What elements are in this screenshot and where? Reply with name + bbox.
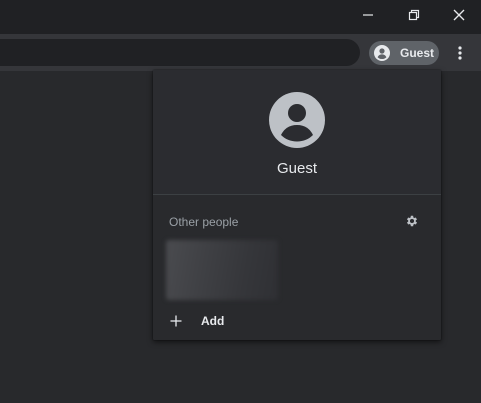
- other-people-heading: Other people: [169, 215, 239, 229]
- current-profile-header: Guest: [153, 70, 441, 194]
- profile-menu-popup: Guest Other people Add: [153, 70, 441, 340]
- title-bar: [0, 0, 481, 34]
- close-icon: [453, 9, 465, 21]
- vertical-dots-icon: [458, 46, 462, 60]
- add-person-label: Add: [201, 314, 225, 328]
- minimize-icon: [363, 14, 373, 16]
- browser-window: Guest Guest Other people Add: [0, 0, 481, 403]
- close-button[interactable]: [436, 0, 481, 30]
- plus-icon: [169, 314, 183, 328]
- profile-button[interactable]: Guest: [369, 41, 439, 65]
- person-icon: [374, 45, 390, 61]
- other-profile-tile[interactable]: [166, 240, 278, 300]
- restore-button[interactable]: [391, 0, 437, 30]
- gear-icon: [406, 215, 418, 227]
- add-person-button[interactable]: Add: [169, 310, 224, 332]
- address-bar[interactable]: [0, 39, 360, 66]
- manage-people-button[interactable]: [403, 212, 421, 230]
- browser-menu-button[interactable]: [450, 40, 470, 66]
- divider: [153, 194, 441, 195]
- current-profile-name: Guest: [276, 160, 318, 177]
- browser-toolbar: Guest: [0, 34, 481, 71]
- person-icon: [269, 92, 325, 148]
- profile-button-label: Guest: [400, 46, 435, 60]
- minimize-button[interactable]: [345, 0, 391, 30]
- restore-icon: [408, 9, 420, 21]
